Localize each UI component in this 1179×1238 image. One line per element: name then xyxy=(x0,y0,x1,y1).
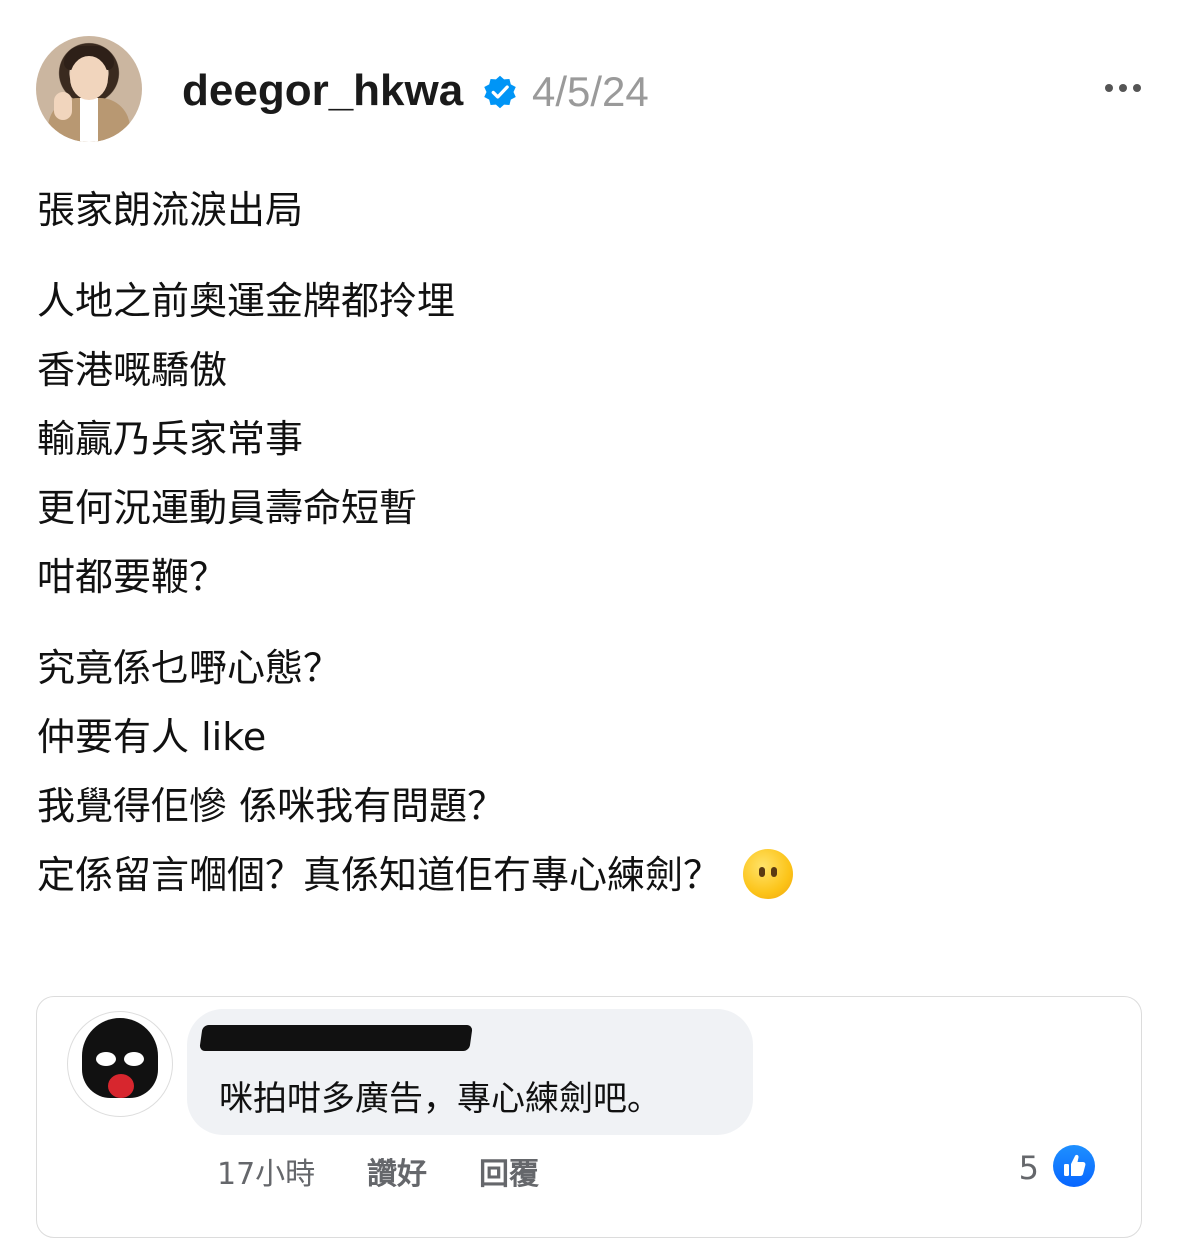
like-comment-button[interactable]: 讚好 xyxy=(367,1149,427,1193)
post-header: deegor_hkwa 4/5/24 xyxy=(36,36,1143,142)
redacted-commenter-name xyxy=(199,1025,473,1051)
post-line: 咁都要鞭？ xyxy=(37,555,228,599)
reaction-count: 5 xyxy=(1018,1149,1039,1187)
commenter-avatar[interactable] xyxy=(67,1011,173,1117)
more-options-icon[interactable] xyxy=(1103,78,1143,98)
post-line: 張家朗流淚出局 xyxy=(37,188,304,232)
post-line: 仲要有人 like xyxy=(37,715,267,759)
post-line: 香港嘅驕傲 xyxy=(37,348,228,392)
post-line-text: 定係留言嗰個？真係知道佢冇專心練劍？ xyxy=(37,853,722,897)
post-line: 更何況運動員壽命短暫 xyxy=(37,486,418,530)
author-avatar[interactable] xyxy=(36,36,142,142)
no-mouth-face-emoji xyxy=(743,848,794,899)
post-line: 人地之前奧運金牌都拎埋 xyxy=(37,279,456,323)
comment-text: 咪拍咁多廣告，專心練劍吧。 xyxy=(219,1079,661,1119)
verified-badge-icon xyxy=(484,75,516,109)
comment-screenshot: 咪拍咁多廣告，專心練劍吧。 17小時 讚好 回覆 5 xyxy=(36,996,1142,1238)
author-username[interactable]: deegor_hkwa xyxy=(182,66,463,116)
post-date: 4/5/24 xyxy=(532,68,649,115)
comment-reactions[interactable]: 5 xyxy=(985,1145,1095,1189)
post-body: 張家朗流淚出局 人地之前奧運金牌都拎埋 香港嘅驕傲 輸贏乃兵家常事 更何況運動員… xyxy=(37,176,1137,910)
comment-time: 17小時 xyxy=(217,1157,316,1192)
comment-bubble: 咪拍咁多廣告，專心練劍吧。 xyxy=(187,1009,753,1135)
post-line: 究竟係乜嘢心態？ xyxy=(37,646,342,690)
post-line: 輸贏乃兵家常事 xyxy=(37,417,304,461)
reply-comment-button[interactable]: 回覆 xyxy=(479,1149,539,1193)
post-line-last: 定係留言嗰個？真係知道佢冇專心練劍？ xyxy=(37,841,1137,910)
thumbs-up-like-icon xyxy=(1053,1145,1095,1187)
post-line: 我覺得佢慘 係咪我有問題？ xyxy=(37,784,506,828)
